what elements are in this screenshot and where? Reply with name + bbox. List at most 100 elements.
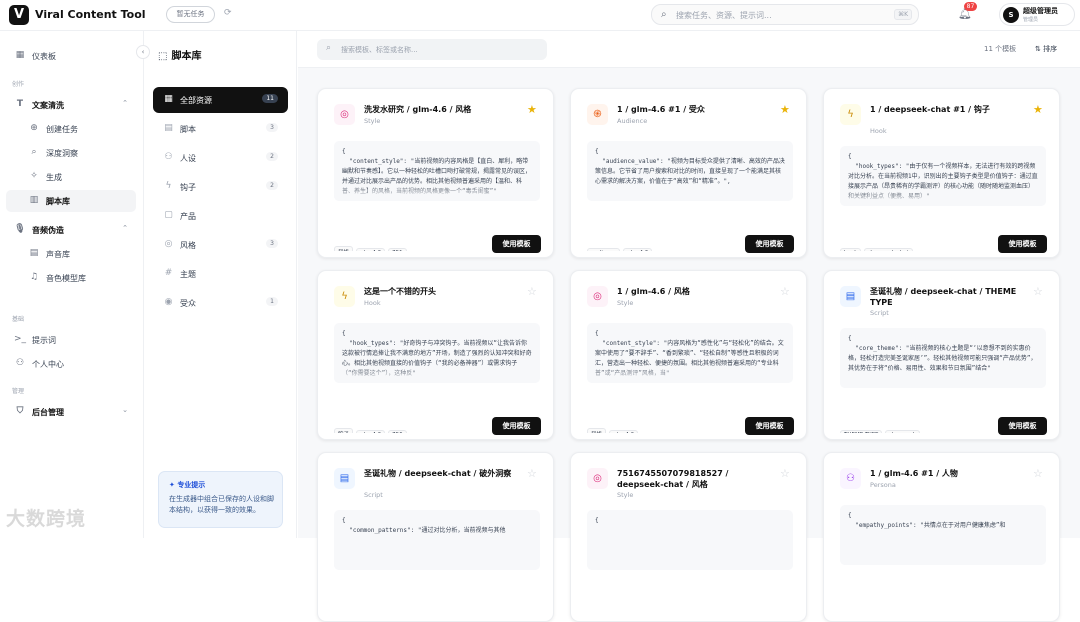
user-role: 管理员 xyxy=(1023,17,1039,23)
sidebar-item-script-library[interactable]: ▥ 脚本库 xyxy=(6,190,136,212)
template-card[interactable]: ⚇ 1 / glm-4.6 #1 / 人物 Persona ☆ { "empathy_p… xyxy=(823,452,1060,622)
card-title: 圣诞礼物 / deepseek-chat / 破外洞察 xyxy=(364,469,512,478)
template-card[interactable]: ϟ 1 / deepseek-chat #1 / 钩子 Hook ★ { "hook_t… xyxy=(823,88,1060,258)
terminal-icon: >_ xyxy=(14,334,27,344)
use-template-button[interactable]: 使用模板 xyxy=(492,417,541,435)
shield-icon: ⛉ xyxy=(16,406,24,416)
template-card[interactable]: ֍ 1 / glm-4.6 #1 / 受众 Audience ★ { "audience… xyxy=(570,88,807,258)
template-search-input[interactable]: 搜索模板、标签或名称... xyxy=(341,45,418,55)
card-preview: { xyxy=(587,510,793,570)
section-label-create: 创作 xyxy=(12,81,25,88)
user-name: 超级管理员 xyxy=(1023,7,1058,15)
palette-icon: ◎ xyxy=(164,239,173,249)
star-icon[interactable]: ★ xyxy=(780,103,790,116)
main-header: ⌕ 搜索模板、标签或名称... 11 个模板 ⇅ 排序 xyxy=(298,31,1080,68)
refresh-icon[interactable]: ⟳ xyxy=(224,8,232,18)
tag: 751 xyxy=(388,248,407,251)
use-template-button[interactable]: 使用模板 xyxy=(492,235,541,253)
card-preview: { "content_style": "内容风格为“感性化”与“轻松化”的结合。… xyxy=(587,323,793,383)
card-title: 1 / glm-4.6 #1 / 受众 xyxy=(617,105,705,114)
user-menu[interactable]: S 超级管理员 管理员 xyxy=(999,3,1075,26)
sidebar-item-label: 音色模型库 xyxy=(46,274,86,283)
category-item[interactable]: ▤ 脚本 3 xyxy=(153,116,288,142)
category-item[interactable]: # 主题 xyxy=(153,261,288,287)
category-item[interactable]: ⚇ 人设 2 xyxy=(153,145,288,171)
sidebar-group-audio[interactable]: 🎙︎ 音频伪造 ⌃ xyxy=(6,219,136,241)
target-icon: ◉ xyxy=(164,297,173,307)
sidebar-group-copy-cleaning[interactable]: T 文案清洗 ⌃ xyxy=(6,94,136,116)
use-template-button[interactable]: 使用模板 xyxy=(998,417,1047,435)
star-icon[interactable]: ☆ xyxy=(780,285,790,298)
main-content: ⌕ 搜索模板、标签或名称... 11 个模板 ⇅ 排序 ◎ 洗发水研究 / glm… xyxy=(298,31,1080,622)
sidebar-item-voice-model-library[interactable]: ♫ 音色模型库 xyxy=(6,267,136,289)
category-item[interactable]: ▦ 全部资源 11 xyxy=(153,87,288,113)
library-title: ⬚ 脚本库 xyxy=(158,47,201,62)
tag: glm-4.6 xyxy=(356,248,386,251)
star-icon[interactable]: ☆ xyxy=(780,467,790,480)
card-type: Style xyxy=(364,117,381,125)
category-item[interactable]: ϟ 钩子 2 xyxy=(153,174,288,200)
category-item[interactable]: ◎ 风格 3 xyxy=(153,232,288,258)
document-icon: ▤ xyxy=(164,123,173,133)
document-icon: ▤ xyxy=(334,468,355,489)
star-icon[interactable]: ☆ xyxy=(1033,467,1043,480)
lightning-icon: ϟ xyxy=(165,181,172,191)
star-icon[interactable]: ☆ xyxy=(527,467,537,480)
card-preview: { "hook_types": "由于仅有一个视频样本，无法进行有效的跨视频对比… xyxy=(840,146,1046,206)
sidebar-group-admin[interactable]: ⛉ 后台管理 ⌄ xyxy=(6,401,136,423)
star-icon[interactable]: ★ xyxy=(1033,103,1043,116)
use-template-button[interactable]: 使用模板 xyxy=(998,235,1047,253)
sidebar-item-voice-library[interactable]: ▤ 声音库 xyxy=(6,243,136,265)
microphone-icon: 🎙︎ xyxy=(14,224,26,234)
card-title: 这是一个不错的开头 xyxy=(364,287,436,296)
category-label: 受众 xyxy=(180,299,196,308)
tag: hook xyxy=(840,248,862,251)
sidebar-item-label: 仪表板 xyxy=(32,52,56,61)
plus-circle-icon: ⊕ xyxy=(30,123,38,133)
category-count: 3 xyxy=(266,123,278,132)
card-title: 1 / deepseek-chat #1 / 钩子 xyxy=(870,105,990,114)
app-logo[interactable]: V xyxy=(9,5,29,25)
star-icon[interactable]: ☆ xyxy=(1033,285,1043,298)
card-title: 1 / glm-4.6 / 风格 xyxy=(617,287,690,296)
sidebar-item-deep-insight[interactable]: ⌕ 深度洞察 xyxy=(6,142,136,164)
star-icon[interactable]: ☆ xyxy=(527,285,537,298)
template-card[interactable]: ◎ 洗发水研究 / glm-4.6 / 风格 Style ★ { "content_st… xyxy=(317,88,554,258)
card-type: Script xyxy=(364,491,383,499)
template-card[interactable]: ϟ 这是一个不错的开头 Hook ☆ { "hook_types": "好奇钩子与冲突钩… xyxy=(317,270,554,440)
category-label: 全部资源 xyxy=(180,96,212,105)
collapse-sidebar-button[interactable]: ‹ xyxy=(136,45,150,59)
global-search-input[interactable]: 搜索任务、资源、提示词... xyxy=(676,10,772,21)
task-status-button[interactable]: 暂无任务 xyxy=(166,6,215,23)
star-icon[interactable]: ★ xyxy=(527,103,537,116)
sidebar-item-dashboard[interactable]: ▦ 仪表板 xyxy=(6,45,136,67)
use-template-button[interactable]: 使用模板 xyxy=(745,417,794,435)
document-icon: ▤ xyxy=(840,286,861,307)
user-icon: ⚇ xyxy=(15,358,25,368)
sort-button[interactable]: ⇅ 排序 xyxy=(1035,44,1057,54)
template-card[interactable]: ▤ 圣诞礼物 / deepseek-chat / 破外洞察 Script ☆ { "co… xyxy=(317,452,554,622)
sidebar-item-create-task[interactable]: ⊕ 创建任务 xyxy=(6,118,136,140)
sidebar-item-personal-center[interactable]: ⚇ 个人中心 xyxy=(6,353,136,375)
card-type: Audience xyxy=(617,117,648,125)
palette-icon: ◎ xyxy=(334,104,355,125)
use-template-button[interactable]: 使用模板 xyxy=(745,235,794,253)
user-icon: ⚇ xyxy=(840,468,861,489)
template-card[interactable]: ◎ 7516745507079818527 / deepseek-chat / 风… xyxy=(570,452,807,622)
sidebar-item-generate[interactable]: ✧ 生成 xyxy=(6,166,136,188)
card-title: 洗发水研究 / glm-4.6 / 风格 xyxy=(364,105,472,114)
sidebar-item-label: 个人中心 xyxy=(32,360,64,369)
watermark: 大数跨境 xyxy=(6,508,87,530)
global-search[interactable]: ⌕ 搜索任务、资源、提示词... ⌘K xyxy=(651,4,919,25)
chevron-up-icon: ⌃ xyxy=(122,99,128,107)
template-card[interactable]: ◎ 1 / glm-4.6 / 风格 Style ☆ { "content_style"… xyxy=(570,270,807,440)
library-panel: ⬚ 脚本库 ▦ 全部资源 11 ▤ 脚本 3 ⚇ 人设 2 ϟ 钩子 2 ▢ 产品 ◎ 风格 3 # 主题 ◉ 受众 1 ✦… xyxy=(145,31,297,538)
sidebar-item-prompts[interactable]: >_ 提示词 xyxy=(6,329,136,351)
library-icon: ⬚ xyxy=(158,51,168,62)
template-card[interactable]: ▤ 圣诞礼物 / deepseek-chat / THEME TYPE Script… xyxy=(823,270,1060,440)
category-item[interactable]: ◉ 受众 1 xyxy=(153,290,288,316)
tag: 钩子 xyxy=(334,428,354,433)
sidebar-item-label: 深度洞察 xyxy=(46,149,78,158)
category-item[interactable]: ▢ 产品 xyxy=(153,203,288,229)
template-search[interactable]: ⌕ 搜索模板、标签或名称... xyxy=(317,39,547,60)
